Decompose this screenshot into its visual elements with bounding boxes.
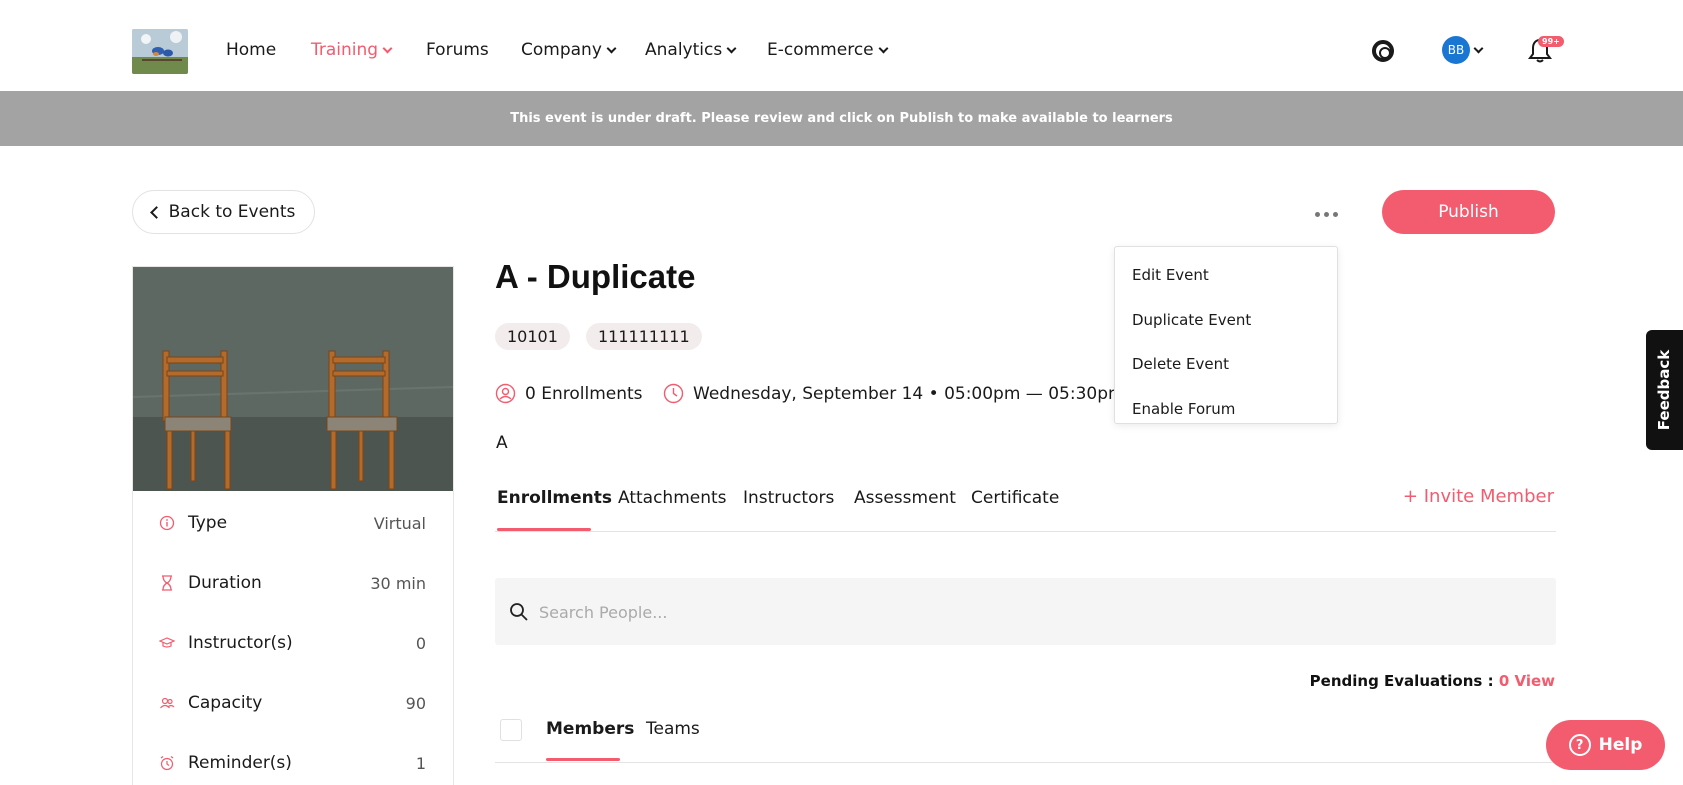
detail-row-type: Type Virtual xyxy=(133,503,453,543)
nav-training[interactable]: Training xyxy=(311,40,393,60)
event-tag: 10101 xyxy=(495,323,570,350)
more-options-button[interactable] xyxy=(1312,204,1340,224)
event-title: A - Duplicate xyxy=(495,258,696,295)
tab-assessment[interactable]: Assessment xyxy=(854,488,956,508)
notification-badge: 99+ xyxy=(1538,36,1564,47)
detail-row-instructors: Instructor(s) 0 xyxy=(133,623,453,663)
menu-item-edit-event[interactable]: Edit Event xyxy=(1115,253,1337,298)
nav-home[interactable]: Home xyxy=(226,40,276,60)
company-logo[interactable] xyxy=(132,29,188,74)
menu-item-delete-event[interactable]: Delete Event xyxy=(1115,342,1337,387)
nav-ecommerce[interactable]: E-commerce xyxy=(767,40,889,60)
chevron-left-icon xyxy=(149,205,163,219)
tab-attachments[interactable]: Attachments xyxy=(618,488,727,508)
tab-certificate[interactable]: Certificate xyxy=(971,488,1059,508)
search-people xyxy=(495,578,1556,645)
hourglass-icon xyxy=(162,575,172,591)
subtab-teams[interactable]: Teams xyxy=(646,719,700,739)
nav-analytics[interactable]: Analytics xyxy=(645,40,737,60)
invite-member-button[interactable]: + Invite Member xyxy=(1403,486,1554,507)
chevron-down-icon xyxy=(878,43,889,54)
event-description: A xyxy=(496,433,508,453)
alarm-icon xyxy=(160,756,174,771)
detail-row-capacity: Capacity 90 xyxy=(133,683,453,723)
pending-evaluations-view-link[interactable]: 0 View xyxy=(1499,672,1555,690)
user-avatar[interactable]: BB xyxy=(1442,36,1470,64)
active-tab-indicator xyxy=(497,528,591,531)
support-lifebuoy-icon[interactable] xyxy=(1372,40,1394,62)
nav-company[interactable]: Company xyxy=(521,40,617,60)
user-circle-icon xyxy=(495,383,516,404)
event-details-card: Type Virtual Duration 30 min Instructor(… xyxy=(132,266,454,785)
search-icon xyxy=(510,603,528,621)
pending-evaluations: Pending Evaluations : 0 View xyxy=(1309,672,1555,690)
chevron-down-icon[interactable] xyxy=(1473,40,1484,59)
draft-banner: This event is under draft. Please review… xyxy=(0,91,1683,146)
event-cover-image xyxy=(133,267,453,491)
more-options-menu: Edit Event Duplicate Event Delete Event … xyxy=(1114,246,1338,424)
info-icon xyxy=(159,515,175,531)
subtab-members[interactable]: Members xyxy=(546,719,634,739)
chevron-down-icon xyxy=(606,43,617,54)
help-button[interactable]: ? Help xyxy=(1546,720,1665,770)
nav-forums[interactable]: Forums xyxy=(426,40,489,60)
event-datetime: Wednesday, September 14 • 05:00pm — 05:3… xyxy=(663,383,1125,404)
back-to-events-button[interactable]: Back to Events xyxy=(132,190,315,234)
chevron-down-icon xyxy=(382,43,393,54)
clock-icon xyxy=(663,383,684,404)
menu-item-duplicate-event[interactable]: Duplicate Event xyxy=(1115,298,1337,343)
detail-row-duration: Duration 30 min xyxy=(133,563,453,603)
active-subtab-indicator xyxy=(546,758,620,761)
top-navigation: Home Training Forums Company Analytics E… xyxy=(0,0,1683,91)
event-tabs: Enrollments Attachments Instructors Asse… xyxy=(495,480,1556,532)
tab-enrollments[interactable]: Enrollments xyxy=(497,488,612,508)
divider xyxy=(495,762,1556,763)
detail-row-reminders: Reminder(s) 1 xyxy=(133,743,453,783)
publish-button[interactable]: Publish xyxy=(1382,190,1555,234)
tab-instructors[interactable]: Instructors xyxy=(743,488,834,508)
menu-item-enable-forum[interactable]: Enable Forum xyxy=(1115,387,1337,432)
chevron-down-icon xyxy=(726,43,737,54)
enrollments-count: 0 Enrollments xyxy=(495,383,643,404)
graduation-cap-icon xyxy=(159,637,175,648)
select-all-checkbox[interactable] xyxy=(500,719,522,741)
question-icon: ? xyxy=(1568,734,1591,756)
feedback-tab[interactable]: Feedback xyxy=(1646,330,1683,450)
people-icon xyxy=(160,697,175,709)
event-tag: 111111111 xyxy=(586,323,702,350)
search-input[interactable] xyxy=(539,598,1499,626)
